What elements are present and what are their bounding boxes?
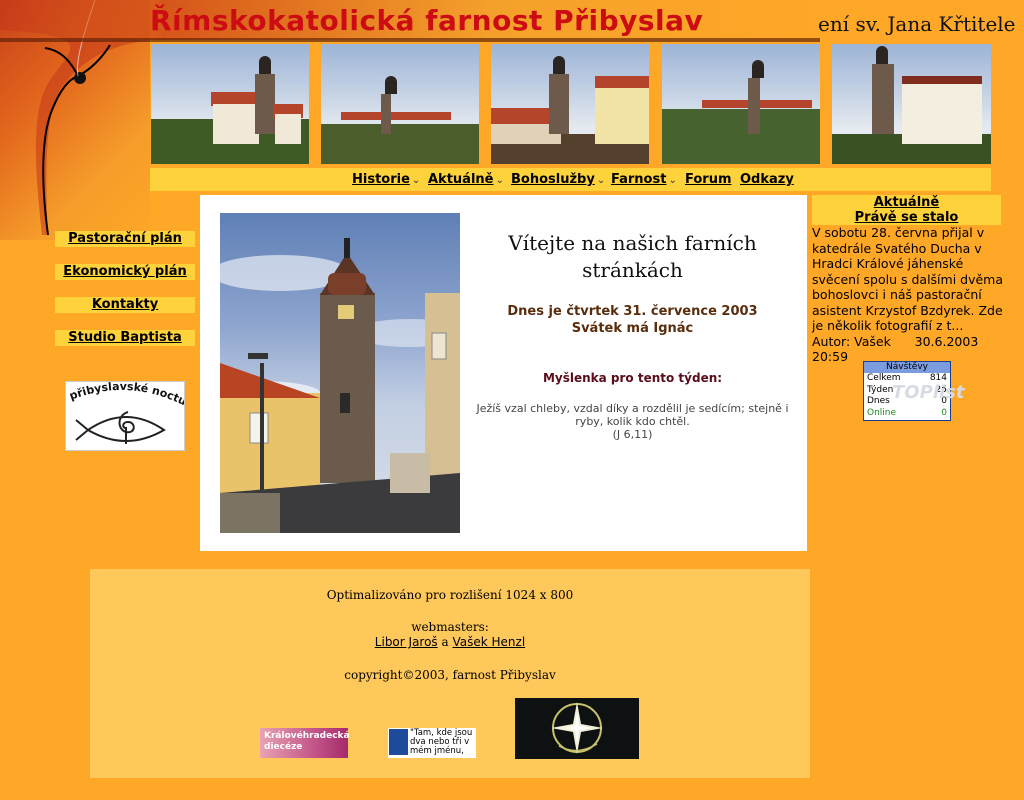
- chevron-down-icon: ⌄: [596, 175, 606, 186]
- sidebar-item-studio-baptista[interactable]: Studio Baptista: [55, 330, 195, 346]
- header-photo-3: [491, 44, 649, 164]
- news-item: V sobotu 28. června přijal v katedrále S…: [812, 225, 1012, 365]
- thought-heading: Myšlenka pro tento týden:: [542, 371, 723, 385]
- nav-farnost[interactable]: Farnost ⌄: [611, 172, 677, 189]
- nameday: Svátek má Ignác: [571, 321, 694, 336]
- news-text[interactable]: V sobotu 28. června přijal v katedrále S…: [812, 225, 1012, 334]
- sidebar-item-pastoracni-plan[interactable]: Pastorační plán: [55, 231, 195, 247]
- church-tower-photo: [220, 213, 460, 533]
- star-logo[interactable]: [515, 698, 639, 759]
- title-underline: [0, 38, 820, 42]
- counter-row-online: Online 0: [867, 407, 947, 418]
- counter-watermark: TOPlist: [892, 382, 965, 403]
- welcome-heading: Vítejte na našich farních stránkách: [508, 231, 757, 282]
- sidebar-item-kontakty[interactable]: Kontakty: [55, 297, 195, 313]
- nocturno-logo-text: přibyslavské nocturno: [66, 382, 184, 408]
- diocese-logo[interactable]: Královéhradecká diecéze: [260, 728, 350, 758]
- footer-optimized: Optimalizováno pro rozlišení 1024 x 800: [326, 588, 574, 602]
- star-icon: [551, 702, 603, 754]
- nocturno-fish-icon: přibyslavské nocturno: [66, 382, 185, 444]
- footer-copyright: copyright©2003, farnost Přibyslav: [344, 668, 556, 682]
- header-photo-1: [151, 44, 309, 164]
- site-title: Římskokatolická farnost Přibyslav: [150, 4, 704, 37]
- webmaster-link-libor[interactable]: Libor Jaroš: [375, 635, 438, 649]
- header-photo-5: [832, 44, 991, 164]
- header-photo-4: [662, 44, 820, 164]
- webmaster-and: a: [441, 635, 449, 649]
- nav-aktualne[interactable]: Aktuálně ⌄: [428, 172, 504, 189]
- nav-forum[interactable]: Forum: [685, 172, 732, 189]
- sidebar-item-ekonomicky-plan[interactable]: Ekonomický plán: [55, 264, 195, 280]
- tam-logo-text: "Tam, kde jsou dva nebo tři v mém jménu,: [410, 728, 473, 756]
- webmaster-link-vasek[interactable]: Vašek Henzl: [453, 635, 526, 649]
- svg-text:přibyslavské nocturno: přibyslavské nocturno: [66, 382, 185, 408]
- thought-quote: Ježíš vzal chleby, vzdal díky a rozdělil…: [476, 402, 789, 428]
- footer-webmasters-label: webmasters:: [411, 620, 489, 634]
- chevron-down-icon: ⌄: [668, 175, 677, 186]
- news-subheading-link[interactable]: Právě se stalo: [812, 210, 1001, 225]
- news-heading-link[interactable]: Aktuálně: [812, 195, 1001, 210]
- chevron-down-icon: ⌄: [495, 175, 504, 186]
- counter-title: Návštěvy: [864, 362, 950, 373]
- tam-logo-mark-icon: [389, 729, 408, 755]
- nav-odkazy[interactable]: Odkazy: [740, 172, 794, 189]
- chevron-down-icon: ⌄: [411, 175, 421, 186]
- visit-counter[interactable]: TOPlist Návštěvy Celkem 814 Týden 25 Dnes 0…: [863, 361, 964, 421]
- thought-text: Ježíš vzal chleby, vzdal díky a rozdělil…: [470, 402, 795, 441]
- thought-reference: (J 6,11): [612, 428, 653, 441]
- news-author: Autor: Vašek 30.6.2003 20:59: [812, 333, 983, 365]
- today-date: Dnes je čtvrtek 31. července 2003: [507, 304, 758, 319]
- nav-historie[interactable]: Historie ⌄: [352, 172, 420, 189]
- news-header: Aktuálně Právě se stalo: [812, 195, 1001, 225]
- footer-webmasters: Libor Jaroš a Vašek Henzl: [90, 635, 810, 649]
- date-line: Dnes je čtvrtek 31. července 2003 Svátek…: [470, 303, 795, 337]
- nav-bohosluzby[interactable]: Bohoslužby ⌄: [511, 172, 605, 189]
- parish-subtitle: ení sv. Jana Křtitele: [818, 12, 1016, 36]
- header-photo-2: [321, 44, 479, 164]
- tam-kde-jsou-logo[interactable]: "Tam, kde jsou dva nebo tři v mém jménu,: [388, 728, 476, 758]
- nocturno-logo[interactable]: přibyslavské nocturno: [65, 381, 185, 451]
